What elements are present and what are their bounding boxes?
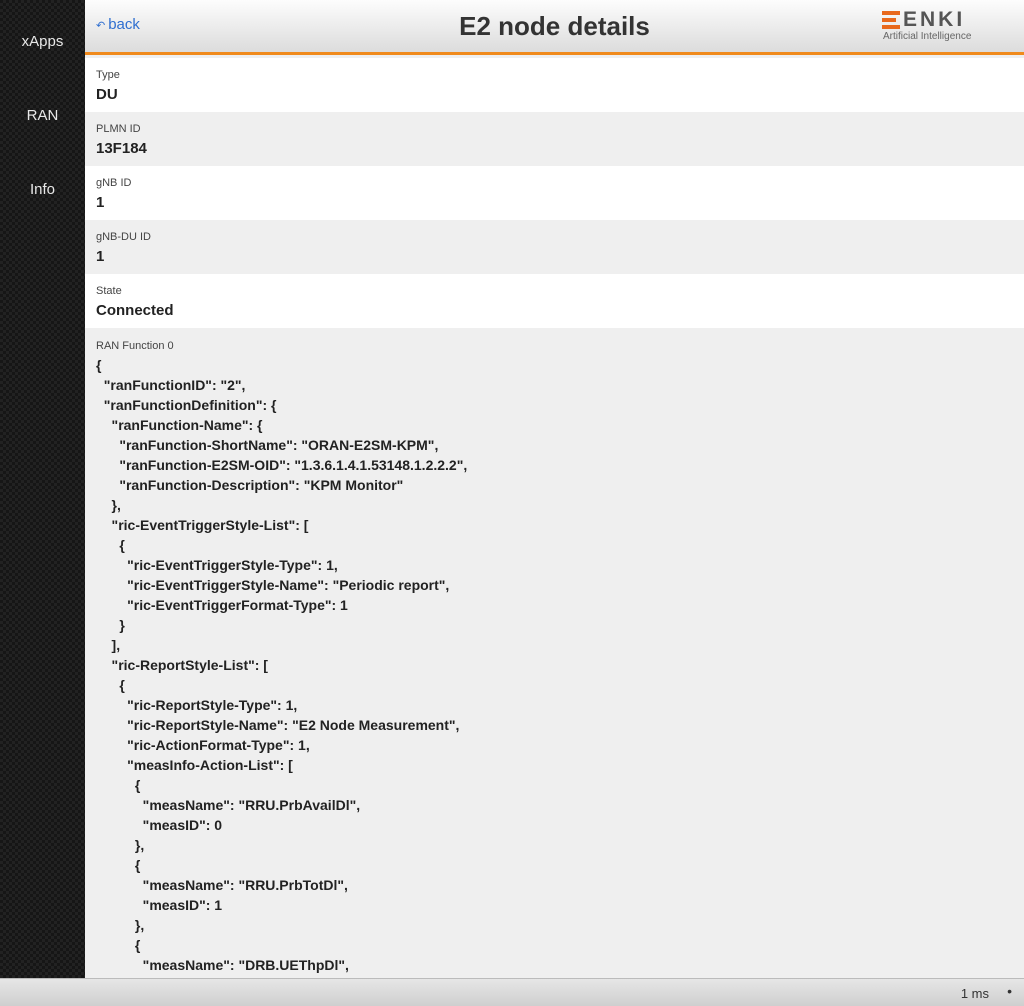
status-timing: 1 ms: [960, 986, 989, 1001]
field-label: gNB-DU ID: [96, 231, 152, 243]
field-label: Type: [96, 69, 120, 81]
sidebar-item-info[interactable]: Info: [0, 181, 85, 198]
field-gnb-id: gNB ID 1: [85, 166, 1024, 220]
field-value: 1: [96, 194, 105, 211]
enki-logo: ENKI Artificial Intelligence: [882, 8, 992, 42]
field-value: DU: [96, 86, 118, 103]
ran-function-json: { "ranFunctionID": "2", "ranFunctionDefi…: [96, 357, 468, 978]
field-gnb-du-id: gNB-DU ID 1: [85, 220, 1024, 274]
sidebar-item-ran[interactable]: RAN: [0, 107, 85, 124]
sidebar: xApps RAN Info: [0, 0, 85, 978]
field-value: 13F184: [96, 140, 147, 157]
field-plmn-id: PLMN ID 13F184: [85, 112, 1024, 166]
header-bar: ↶ back E2 node details ENKI Artificial In…: [85, 0, 1024, 55]
field-value: 1: [96, 248, 105, 265]
field-label: gNB ID: [96, 177, 132, 189]
details-panel: Type DU PLMN ID 13F184 gNB ID 1 gNB-DU I…: [85, 58, 1024, 978]
logo-tagline: Artificial Intelligence: [883, 31, 972, 42]
status-bar: 1 ms •: [0, 978, 1024, 1006]
field-type: Type DU: [85, 58, 1024, 112]
ran-function-block: RAN Function 0 { "ranFunctionID": "2", "…: [85, 328, 1024, 978]
logo-text: ENKI: [903, 8, 966, 31]
ran-function-label: RAN Function 0: [96, 340, 174, 352]
status-dot-icon: •: [1007, 983, 1012, 999]
sidebar-item-xapps[interactable]: xApps: [0, 33, 85, 50]
field-label: PLMN ID: [96, 123, 141, 135]
field-value: Connected: [96, 302, 174, 319]
field-label: State: [96, 285, 122, 297]
field-state: State Connected: [85, 274, 1024, 328]
logo-mark-icon: [882, 11, 900, 29]
